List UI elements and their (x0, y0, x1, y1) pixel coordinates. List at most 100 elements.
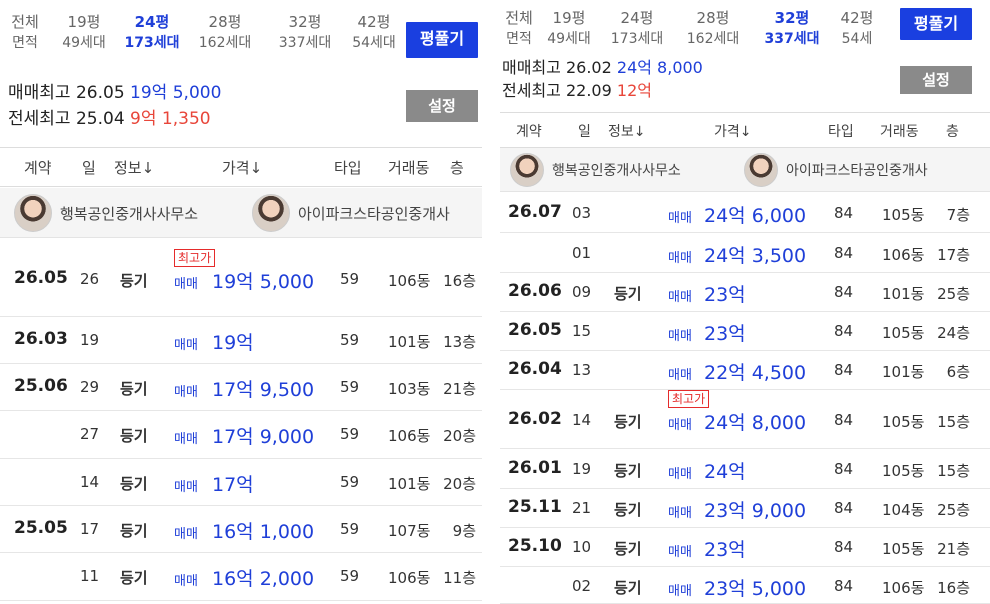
tab-label: 42평 (840, 9, 874, 27)
row-day: 27 (80, 425, 100, 443)
row-info: 등기 (120, 380, 148, 398)
row-day: 21 (572, 499, 592, 517)
row-floor: 9층 (452, 522, 476, 540)
row-floor: 20층 (443, 475, 476, 493)
agent-name: 아이파크스타공인중개사 (298, 204, 450, 223)
row-info: 등기 (614, 285, 642, 303)
header-day[interactable]: 일 (578, 121, 591, 141)
row-type: 84 (834, 204, 854, 222)
table-row[interactable]: 25.05 17 등기 매매 16억 1,000 59 107동 9층 (0, 506, 482, 553)
header-dong[interactable]: 거래동 (880, 121, 919, 141)
area-tab-19[interactable]: 19평 49세대 (50, 10, 118, 66)
row-price: 17억 (212, 474, 254, 496)
table-row[interactable]: 25.10 10 등기 매매 23억 84 105동 21층 (500, 528, 990, 567)
row-type: 59 (340, 378, 360, 396)
row-type: 84 (834, 460, 854, 478)
row-info: 등기 (120, 475, 148, 493)
table-row[interactable]: 25.11 21 등기 매매 23억 9,000 84 104동 25층 (500, 489, 990, 528)
header-floor[interactable]: 층 (946, 121, 959, 141)
tab-sublabel: 173세대 (610, 31, 664, 47)
avatar (14, 194, 52, 232)
row-type: 59 (340, 425, 360, 443)
row-floor: 20층 (443, 427, 476, 445)
row-type: 59 (340, 331, 360, 349)
area-tab-32[interactable]: 32평 337세대 (752, 6, 832, 62)
header-dong[interactable]: 거래동 (388, 157, 429, 178)
settings-button[interactable]: 설정 (900, 66, 972, 94)
price-summary: 매매최고 26.05 19억 5,000 전세최고 25.04 9억 1,350 (8, 80, 221, 132)
table-row[interactable]: 27 등기 매매 17억 9,000 59 106동 20층 (0, 411, 482, 459)
row-dong: 105동 (882, 206, 925, 224)
row-type: 59 (340, 473, 360, 491)
tab-label: 24평 (134, 13, 170, 31)
row-price: 22억 4,500 (704, 362, 807, 384)
table-row[interactable]: 26.02 14 등기 매매 24억 8,000 84 105동 15층 최고가 (500, 390, 990, 449)
header-contract[interactable]: 계약 (516, 121, 542, 141)
tab-sublabel: 54세대 (352, 35, 396, 51)
row-floor: 16층 (443, 272, 476, 290)
agent-item[interactable]: 행복공인중개사사무소 (510, 148, 681, 192)
row-type: 84 (834, 411, 854, 429)
table-row[interactable]: 11 등기 매매 16억 2,000 59 106동 11층 (0, 553, 482, 601)
row-dong: 101동 (882, 363, 925, 381)
table-row[interactable]: 25.06 29 등기 매매 17억 9,500 59 103동 21층 (0, 364, 482, 411)
area-tab-28[interactable]: 28평 162세대 (186, 10, 264, 66)
table-row[interactable]: 26.06 09 등기 매매 23억 84 101동 25층 (500, 273, 990, 312)
area-tab-42[interactable]: 42평 54세 (832, 6, 882, 62)
tab-sublabel: 면적 (12, 35, 38, 51)
rent-max-price: 12억 (616, 81, 652, 100)
area-tab-all[interactable]: 전체 면적 (500, 6, 538, 62)
table-row[interactable]: 01 매매 24억 3,500 84 106동 17층 (500, 233, 990, 273)
row-price: 23억 (704, 323, 746, 345)
header-price[interactable]: 가격↓ (222, 157, 262, 178)
row-type: 84 (834, 322, 854, 340)
area-tab-19[interactable]: 19평 49세대 (538, 6, 600, 62)
area-tab-32[interactable]: 32평 337세대 (264, 10, 346, 66)
row-deal-kind: 매매 (174, 338, 198, 353)
agent-item[interactable]: 아이파크스타공인중개사 (744, 148, 928, 192)
row-type: 84 (834, 577, 854, 595)
header-contract[interactable]: 계약 (24, 157, 52, 178)
area-tab-24[interactable]: 24평 173세대 (118, 10, 186, 66)
expand-area-button[interactable]: 평풀기 (900, 8, 972, 40)
area-tab-28[interactable]: 28평 162세대 (674, 6, 752, 62)
row-price: 19억 5,000 (212, 271, 315, 293)
row-deal-kind: 매매 (174, 527, 198, 542)
expand-area-button[interactable]: 평풀기 (406, 22, 478, 58)
row-type: 84 (834, 499, 854, 517)
header-price[interactable]: 가격↓ (714, 121, 752, 141)
row-deal-kind: 매매 (668, 368, 692, 383)
row-dong: 101동 (388, 475, 431, 493)
agent-item[interactable]: 행복공인중개사사무소 (14, 188, 198, 238)
row-day: 19 (80, 331, 100, 349)
table-row[interactable]: 26.05 26 등기 매매 19억 5,000 59 106동 16층 최고가 (0, 239, 482, 317)
header-day[interactable]: 일 (82, 157, 96, 178)
header-info[interactable]: 정보↓ (114, 157, 154, 178)
row-price: 24억 8,000 (704, 412, 807, 434)
tab-sublabel: 49세대 (62, 35, 106, 51)
header-type[interactable]: 타입 (828, 121, 854, 141)
table-row[interactable]: 14 등기 매매 17억 59 101동 20층 (0, 459, 482, 506)
avatar (744, 153, 778, 187)
area-tab-all[interactable]: 전체 면적 (0, 10, 50, 66)
table-row[interactable]: 26.07 03 매매 24억 6,000 84 105동 7층 (500, 193, 990, 233)
header-type[interactable]: 타입 (334, 157, 362, 178)
agent-item[interactable]: 아이파크스타공인중개사 (252, 188, 450, 238)
settings-button[interactable]: 설정 (406, 90, 478, 122)
table-row[interactable]: 26.03 19 매매 19억 59 101동 13층 (0, 317, 482, 364)
row-price: 17억 9,500 (212, 379, 315, 401)
table-row[interactable]: 26.01 19 등기 매매 24억 84 105동 15층 (500, 449, 990, 489)
rent-max-line: 전세최고 22.09 12억 (502, 79, 703, 102)
table-row[interactable]: 26.04 13 매매 22억 4,500 84 101동 6층 (500, 351, 990, 390)
tab-label: 28평 (208, 13, 242, 31)
table-row[interactable]: 26.05 15 매매 23억 84 105동 24층 (500, 312, 990, 351)
area-tab-42[interactable]: 42평 54세대 (346, 10, 402, 66)
sale-max-date: 26.02 (565, 58, 612, 77)
row-floor: 21층 (937, 540, 970, 558)
row-date: 26.05 (508, 320, 562, 340)
table-row[interactable]: 02 등기 매매 23억 5,000 84 106동 16층 (500, 567, 990, 604)
row-dong: 105동 (882, 413, 925, 431)
header-info[interactable]: 정보↓ (608, 121, 646, 141)
area-tab-24[interactable]: 24평 173세대 (600, 6, 674, 62)
header-floor[interactable]: 층 (450, 157, 464, 178)
